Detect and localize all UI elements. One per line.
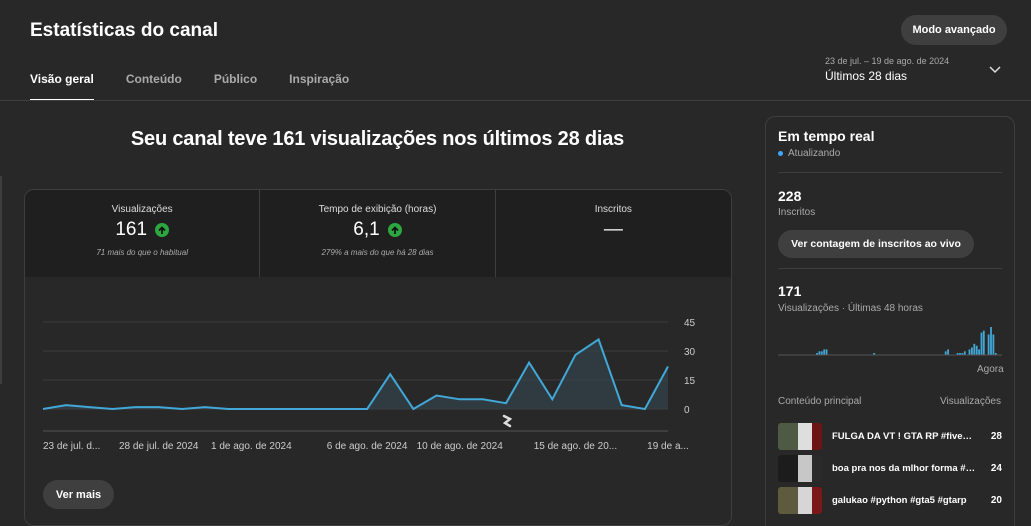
realtime-bar <box>825 349 828 355</box>
metric-value: 6,1 <box>353 219 380 240</box>
realtime-status: Atualizando <box>778 148 840 159</box>
tab-inspiration[interactable]: Inspiração <box>289 72 349 101</box>
realtime-subscribers-label: Inscritos <box>778 207 816 218</box>
chevron-down-icon <box>989 66 1001 74</box>
realtime-bar <box>992 334 995 355</box>
video-thumbnail <box>778 455 822 482</box>
header-divider <box>0 100 1031 101</box>
x-tick-label: 6 de ago. de 2024 <box>327 441 408 452</box>
video-views: 28 <box>990 431 1002 442</box>
realtime-bar <box>968 349 971 355</box>
realtime-bar <box>820 351 823 355</box>
realtime-bar <box>944 351 947 355</box>
top-content-label: Conteúdo principal <box>778 396 862 407</box>
live-dot-icon <box>778 151 783 156</box>
top-video-row[interactable]: boa pra nos da mlhor forma #gta5 #fivem … <box>778 455 1002 482</box>
realtime-bar <box>823 349 826 355</box>
metric-watch-time[interactable]: Tempo de exibição (horas) 6,1 279% a mai… <box>260 190 496 277</box>
overview-card: Visualizações 161 71 mais do que o habit… <box>24 189 732 526</box>
video-title: FULGA DA VT ! GTA RP #fivem #gta5 #gtarp <box>832 431 978 442</box>
channel-headline: Seu canal teve 161 visualizações nos últ… <box>130 128 625 150</box>
video-title: galukao #python #gta5 #gtarp <box>832 495 967 506</box>
realtime-bar <box>987 334 990 355</box>
metric-subtext: 71 mais do que o habitual <box>96 248 188 257</box>
video-thumbnail <box>778 423 822 450</box>
realtime-bar <box>963 351 966 355</box>
x-tick-label: 10 de ago. de 2024 <box>417 441 504 452</box>
realtime-bar <box>947 349 949 355</box>
x-tick-label: 23 de jul. d... <box>43 441 100 452</box>
metric-subscribers[interactable]: Inscritos — <box>495 190 731 277</box>
metric-views[interactable]: Visualizações 161 71 mais do que o habit… <box>25 190 261 277</box>
video-views: 20 <box>990 495 1002 506</box>
realtime-mini-chart[interactable] <box>778 321 1002 359</box>
left-border <box>0 176 2 384</box>
y-tick-label: 30 <box>684 347 696 358</box>
top-views-label: Visualizações <box>940 396 1001 407</box>
tab-overview[interactable]: Visão geral <box>30 72 94 101</box>
realtime-bar <box>990 327 992 355</box>
realtime-card: Em tempo real Atualizando 228 Inscritos … <box>765 116 1015 526</box>
tab-audience[interactable]: Público <box>214 72 257 101</box>
top-video-row[interactable]: galukao #python #gta5 #gtarp 20 <box>778 487 1002 514</box>
video-title: boa pra nos da mlhor forma #gta5 #fivem <box>832 463 978 474</box>
now-label: Agora <box>977 364 1004 375</box>
views-chart[interactable]: 45 30 15 0 23 de jul. d... 28 de jul. de 2024… <box>25 290 731 460</box>
x-tick-label: 15 de ago. de 20... <box>534 441 617 452</box>
x-tick-label: 19 de a... <box>647 441 689 452</box>
metric-label: Tempo de exibição (horas) <box>318 204 437 215</box>
see-more-button[interactable]: Ver mais <box>43 480 114 509</box>
y-tick-label: 45 <box>684 318 696 329</box>
y-tick-label: 15 <box>684 376 696 387</box>
date-range-label: Últimos 28 dias <box>825 69 908 83</box>
x-tick-label: 28 de jul. de 2024 <box>119 441 199 452</box>
trend-up-icon <box>155 223 170 237</box>
metric-subtext: 279% a mais do que há 28 dias <box>321 248 434 257</box>
y-tick-label: 0 <box>684 405 690 416</box>
realtime-views: 171 <box>778 283 802 299</box>
realtime-title: Em tempo real <box>778 128 875 144</box>
realtime-bar <box>971 347 973 355</box>
tab-content[interactable]: Conteúdo <box>126 72 182 101</box>
realtime-bar <box>978 349 980 355</box>
realtime-bar <box>975 345 978 355</box>
metric-value: 161 <box>115 219 148 240</box>
advanced-mode-button[interactable]: Modo avançado <box>901 15 1007 45</box>
metric-label: Inscritos <box>594 204 632 215</box>
realtime-status-text: Atualizando <box>788 148 841 159</box>
realtime-subscribers: 228 <box>778 188 802 204</box>
live-subscriber-count-button[interactable]: Ver contagem de inscritos ao vivo <box>778 230 974 258</box>
video-views: 24 <box>990 463 1002 474</box>
shorts-icon <box>502 414 513 428</box>
area-fill <box>43 339 668 409</box>
tab-bar: Visão geral Conteúdo Público Inspiração <box>30 72 381 101</box>
date-range-text: 23 de jul. – 19 de ago. de 2024 <box>825 56 950 66</box>
realtime-bar <box>973 343 976 355</box>
x-tick-label: 1 de ago. de 2024 <box>211 441 292 452</box>
video-thumbnail <box>778 487 822 514</box>
metric-value: — <box>603 219 623 240</box>
realtime-bar <box>818 351 821 355</box>
top-video-row[interactable]: FULGA DA VT ! GTA RP #fivem #gta5 #gtarp… <box>778 423 1002 450</box>
realtime-bar <box>980 332 983 355</box>
date-range-picker[interactable]: 23 de jul. – 19 de ago. de 2024 Últimos … <box>825 56 1005 88</box>
separator <box>778 172 1002 173</box>
separator <box>778 268 1002 269</box>
page-title: Estatísticas do canal <box>30 20 218 41</box>
trend-up-icon <box>387 223 402 237</box>
metric-label: Visualizações <box>111 204 173 215</box>
realtime-views-label: Visualizações · Últimas 48 horas <box>778 303 923 314</box>
realtime-bar <box>982 330 985 355</box>
